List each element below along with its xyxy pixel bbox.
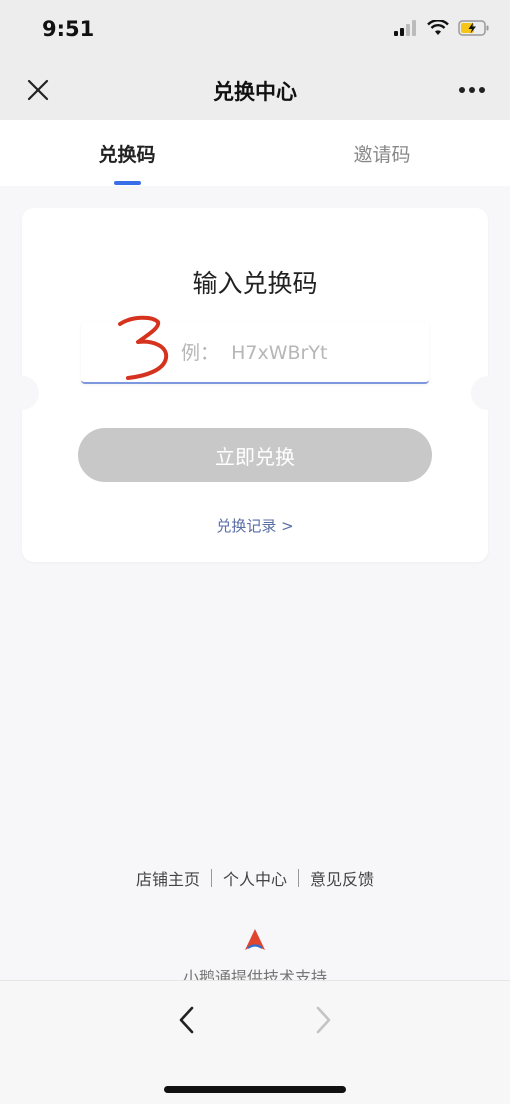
footer-link-shop-home[interactable]: 店铺主页 [125, 866, 211, 890]
handwritten-3-annotation [118, 315, 169, 380]
page-title: 兑换中心 [213, 80, 297, 104]
tab-bar: 兑换码 邀请码 [0, 120, 510, 186]
battery-icon [458, 20, 489, 36]
footer-link-feedback[interactable]: 意见反馈 [299, 866, 385, 890]
brand-logo-icon [245, 929, 265, 950]
status-icons [394, 20, 490, 36]
more-icon [459, 87, 485, 93]
back-button[interactable] [170, 1003, 204, 1037]
forward-button[interactable] [306, 1003, 340, 1037]
footer-links: 店铺主页 个人中心 意见反馈 [0, 866, 510, 890]
signal-icon [394, 20, 416, 36]
tab-redeem-code[interactable]: 兑换码 [27, 140, 227, 167]
browser-bottom-bar [0, 980, 510, 1104]
nav-bar: 兑换中心 [0, 60, 510, 120]
status-bar: 9:51 [0, 0, 510, 60]
card-notch-right [471, 376, 505, 410]
chevron-left-icon [179, 1006, 194, 1034]
redeem-record-link[interactable]: 兑换记录 > [22, 515, 488, 536]
status-time: 9:51 [42, 17, 95, 41]
card-notch-left [5, 376, 39, 410]
card-title: 输入兑换码 [192, 269, 318, 298]
tab-active-indicator [114, 181, 141, 185]
home-indicator [164, 1086, 346, 1093]
tab-invite-code[interactable]: 邀请码 [282, 140, 482, 167]
redeem-card: 输入兑换码 立即兑换 兑换记录 > [22, 208, 488, 562]
chevron-right-icon [316, 1006, 331, 1034]
wifi-icon [427, 20, 449, 35]
redeem-now-button[interactable]: 立即兑换 [78, 428, 432, 482]
footer-link-personal-center[interactable]: 个人中心 [212, 866, 298, 890]
more-button[interactable] [454, 74, 490, 106]
